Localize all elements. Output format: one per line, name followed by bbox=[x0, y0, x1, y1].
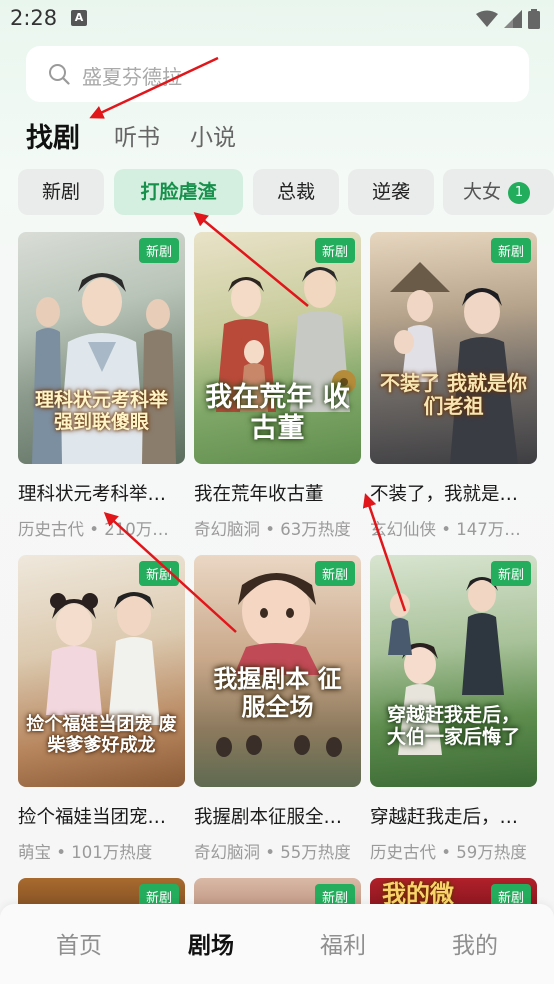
category-count-badge: 1 bbox=[508, 182, 530, 204]
new-drama-tag: 新剧 bbox=[314, 561, 355, 586]
signal-icon bbox=[504, 10, 522, 28]
drama-poster[interactable]: 我握剧本 征服全场 新剧 bbox=[194, 555, 361, 787]
drama-meta: 奇幻脑洞 • 55万热度 bbox=[194, 843, 351, 862]
nav-home[interactable]: 首页 bbox=[19, 926, 139, 960]
chip-new-drama[interactable]: 新剧 bbox=[18, 169, 104, 215]
new-drama-tag: 新剧 bbox=[314, 238, 355, 263]
poster-title-text: 不装了 我就是你们老祖 bbox=[380, 371, 527, 418]
drama-poster[interactable]: 理科状元考科举 强到联傻眼 新剧 bbox=[18, 232, 185, 464]
drama-meta: 奇幻脑洞 • 63万热度 bbox=[194, 520, 351, 539]
drama-poster[interactable]: 穿越赶我走后， 大伯一家后悔了 新剧 bbox=[370, 555, 537, 787]
drama-title[interactable]: 理科状元考科举… bbox=[18, 480, 186, 506]
drama-poster[interactable]: 不装了 我就是你们老祖 新剧 bbox=[370, 232, 537, 464]
poster-title-text: 我握剧本 征服全场 bbox=[213, 664, 342, 721]
nav-rewards[interactable]: 福利 bbox=[283, 926, 403, 960]
poster-title-text: 穿越赶我走后， 大伯一家后悔了 bbox=[386, 704, 520, 748]
chip-face-slapping[interactable]: 打脸虐渣 bbox=[114, 169, 243, 215]
nav-profile[interactable]: 我的 bbox=[415, 926, 535, 960]
drama-poster[interactable]: 我在荒年 收古董 新剧 bbox=[194, 232, 361, 464]
tab-novel[interactable]: 小说 bbox=[190, 118, 236, 152]
search-placeholder: 盛夏芬德拉 bbox=[82, 65, 182, 89]
chip-ceo[interactable]: 总裁 bbox=[253, 169, 339, 215]
drama-title[interactable]: 不装了，我就是… bbox=[370, 480, 538, 506]
new-drama-tag: 新剧 bbox=[138, 238, 179, 263]
chip-heroine[interactable]: 大女 bbox=[443, 169, 554, 215]
poster-title-text: 理科状元考科举 强到联傻眼 bbox=[34, 389, 168, 433]
new-drama-tag: 新剧 bbox=[490, 238, 531, 263]
drama-title[interactable]: 穿越赶我走后，… bbox=[370, 803, 538, 829]
battery-icon bbox=[528, 9, 540, 29]
search-icon bbox=[49, 64, 70, 85]
category-chips: 新剧 打脸虐渣 总裁 逆袭 大女 bbox=[18, 169, 554, 215]
new-drama-tag: 新剧 bbox=[138, 561, 179, 586]
status-time: 2:28 bbox=[10, 6, 58, 30]
chip-comeback[interactable]: 逆袭 bbox=[348, 169, 434, 215]
poster-figures bbox=[388, 577, 504, 755]
tab-find-drama[interactable]: 找剧 bbox=[26, 116, 80, 155]
nav-theater[interactable]: 剧场 bbox=[151, 926, 271, 960]
drama-title[interactable]: 我在荒年收古董 bbox=[194, 480, 362, 506]
drama-meta: 萌宝 • 101万热度 bbox=[18, 843, 153, 862]
drama-meta: 历史古代 • 59万热度 bbox=[370, 843, 527, 862]
status-bar: 2:28 A bbox=[0, 0, 554, 38]
drama-title[interactable]: 我握剧本征服全… bbox=[194, 803, 362, 829]
drama-title[interactable]: 捡个福娃当团宠… bbox=[18, 803, 186, 829]
search-input[interactable]: 盛夏芬德拉 bbox=[26, 46, 529, 102]
tab-audiobook[interactable]: 听书 bbox=[114, 118, 160, 152]
drama-poster[interactable]: 捡个福娃当团宠 废柴爹爹好成龙 新剧 bbox=[18, 555, 185, 787]
poster-figures bbox=[390, 262, 518, 464]
drama-meta: 玄幻仙侠 • 147万… bbox=[370, 520, 521, 539]
new-drama-tag: 新剧 bbox=[490, 561, 531, 586]
drama-meta: 历史古代 • 210万… bbox=[18, 520, 169, 539]
poster-title-text: 我在荒年 收古董 bbox=[205, 382, 350, 445]
status-indicators bbox=[476, 8, 540, 30]
app-notification-icon: A bbox=[71, 10, 87, 26]
wifi-icon bbox=[476, 10, 498, 27]
poster-title-text: 捡个福娃当团宠 废柴爹爹好成龙 bbox=[26, 714, 177, 756]
bottom-nav: 首页 剧场 福利 我的 bbox=[0, 904, 554, 984]
